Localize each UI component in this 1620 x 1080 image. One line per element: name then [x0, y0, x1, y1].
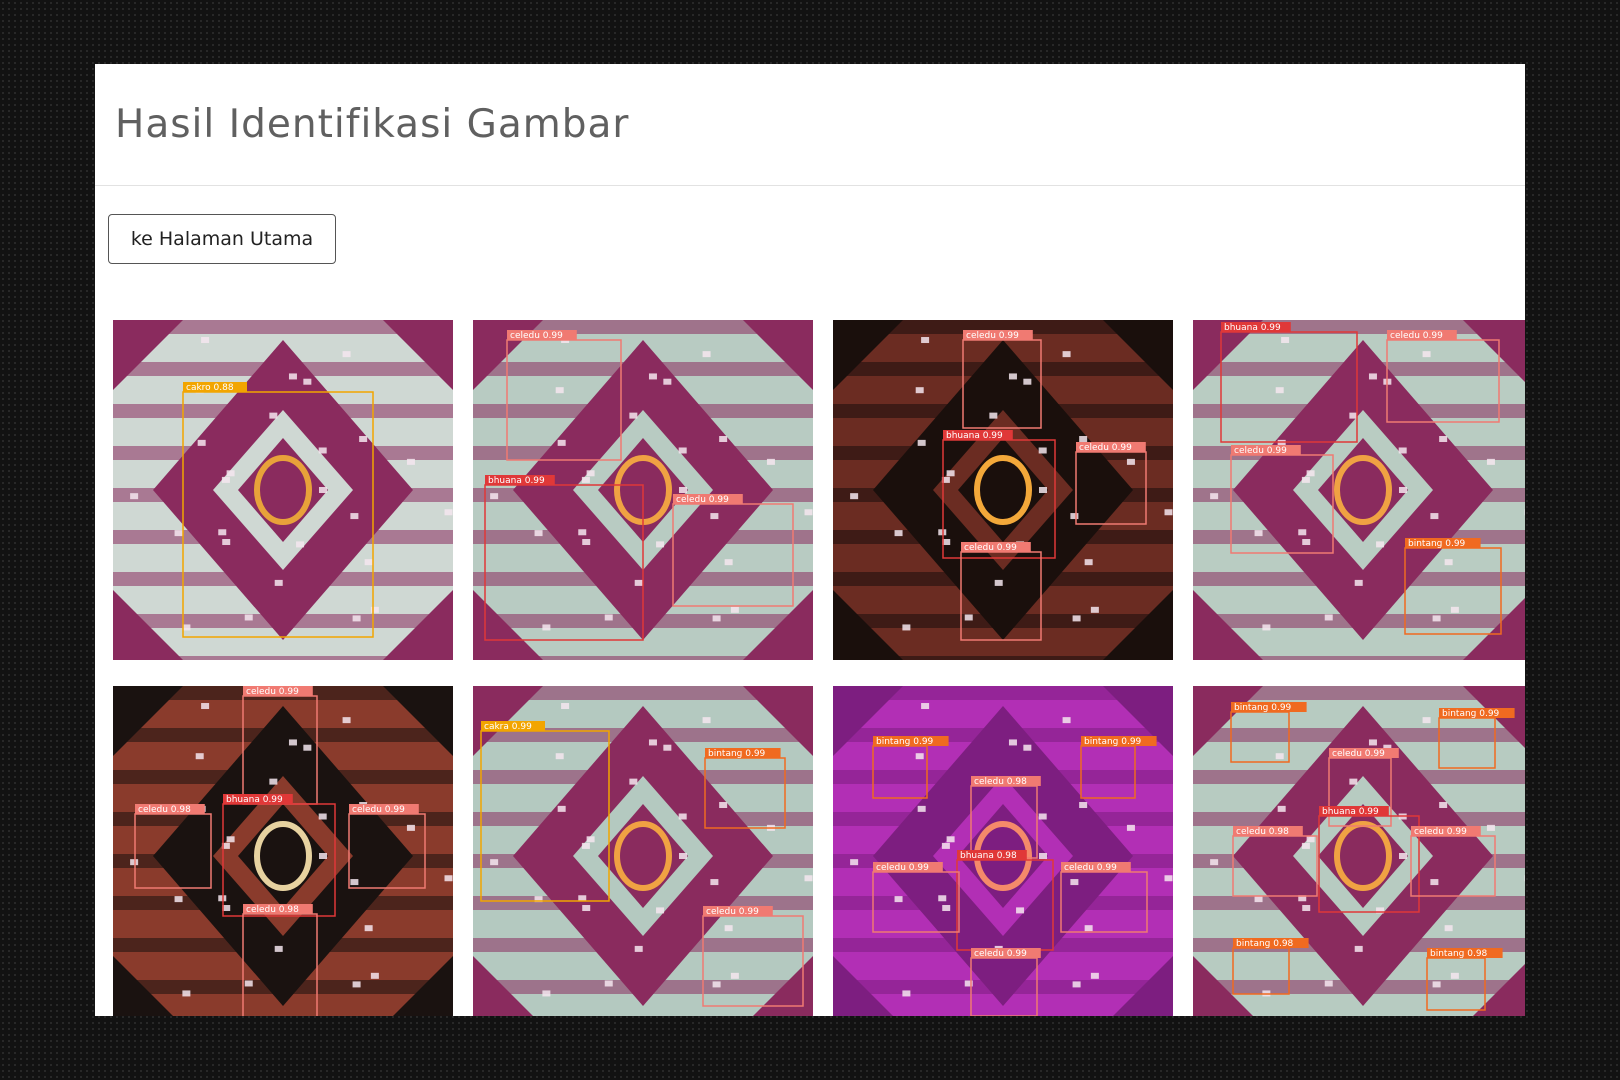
- detection-label: celedu 0.99: [1064, 863, 1117, 873]
- detection-label: celedu 0.98: [1236, 827, 1289, 837]
- ikat-pattern-image: celedu 0.99 bhuana 0.99 celedu 0.98 celedu …: [113, 686, 453, 1016]
- detection-label: bintang 0.99: [708, 749, 766, 759]
- ikat-pattern-image: celedu 0.99 bhuana 0.99 celedu 0.99 celedu …: [833, 320, 1173, 660]
- detection-label: bhuana 0.99: [226, 795, 283, 805]
- result-image: cakra 0.99 bintang 0.99 celedu 0.99: [473, 686, 813, 1016]
- detection-label: celedu 0.99: [246, 687, 299, 697]
- result-image: celedu 0.99 bhuana 0.99 celedu 0.99 celedu …: [833, 320, 1173, 660]
- page-title: Hasil Identifikasi Gambar: [115, 102, 630, 147]
- result-image: bintang 0.99 bintang 0.99 celedu 0.99 bhuan…: [1193, 686, 1525, 1016]
- result-image: bintang 0.99 bintang 0.99 celedu 0.98 bhuan…: [833, 686, 1173, 1016]
- detection-label: bintang 0.99: [1084, 737, 1142, 747]
- detection-label: bintang 0.99: [1234, 703, 1292, 713]
- result-image: cakro 0.88: [113, 320, 453, 660]
- detection-label: celedu 0.99: [676, 495, 729, 505]
- detection-label: bhuana 0.99: [1322, 807, 1379, 817]
- detection-label: bintang 0.99: [876, 737, 934, 747]
- ikat-pattern-image: cakro 0.88: [113, 320, 453, 660]
- card-header: Hasil Identifikasi Gambar: [95, 64, 1525, 186]
- result-image: celedu 0.99 bhuana 0.99 celedu 0.99: [473, 320, 813, 660]
- detection-label: bhuana 0.99: [946, 431, 1003, 441]
- detection-label: celedu 0.99: [1079, 443, 1132, 453]
- ikat-pattern-image: celedu 0.99 bhuana 0.99 celedu 0.99: [473, 320, 813, 660]
- detection-label: bhuana 0.99: [1224, 323, 1281, 333]
- detection-label: celedu 0.98: [138, 805, 191, 815]
- detection-label: cakra 0.99: [484, 722, 532, 732]
- result-image: bhuana 0.99 celedu 0.99 celedu 0.99 bintang…: [1193, 320, 1525, 660]
- result-image: celedu 0.99 bhuana 0.99 celedu 0.98 celedu …: [113, 686, 453, 1016]
- detection-label: celedu 0.99: [1234, 446, 1287, 456]
- detection-label: celedu 0.99: [510, 331, 563, 341]
- result-card: Hasil Identifikasi Gambar ke Halaman Uta…: [95, 64, 1525, 1016]
- home-button[interactable]: ke Halaman Utama: [108, 214, 336, 264]
- detection-label: bintang 0.99: [1408, 539, 1466, 549]
- detection-label: bhuana 0.99: [488, 476, 545, 486]
- ikat-pattern-image: cakra 0.99 bintang 0.99 celedu 0.99: [473, 686, 813, 1016]
- detection-label: bintang 0.99: [1442, 709, 1500, 719]
- detection-label: celedu 0.99: [876, 863, 929, 873]
- ikat-pattern-image: bhuana 0.99 celedu 0.99 celedu 0.99 bintang…: [1193, 320, 1525, 660]
- detection-label: celedu 0.99: [964, 543, 1017, 553]
- ikat-pattern-image: bintang 0.99 bintang 0.99 celedu 0.99 bhuan…: [1193, 686, 1525, 1016]
- detection-label: celedu 0.98: [974, 777, 1027, 787]
- detection-label: celedu 0.99: [706, 907, 759, 917]
- detection-label: cakro 0.88: [186, 383, 234, 393]
- detection-label: celedu 0.99: [966, 331, 1019, 341]
- detection-label: bintang 0.98: [1430, 949, 1488, 959]
- ikat-pattern-image: bintang 0.99 bintang 0.99 celedu 0.98 bhuan…: [833, 686, 1173, 1016]
- detection-label: celedu 0.99: [1414, 827, 1467, 837]
- detection-label: celedu 0.99: [352, 805, 405, 815]
- detection-label: celedu 0.99: [1332, 749, 1385, 759]
- detection-label: bhuana 0.98: [960, 851, 1017, 861]
- detection-label: celedu 0.98: [246, 905, 299, 915]
- detection-label: celedu 0.99: [974, 949, 1027, 959]
- detection-label: bintang 0.98: [1236, 939, 1294, 949]
- detection-label: celedu 0.99: [1390, 331, 1443, 341]
